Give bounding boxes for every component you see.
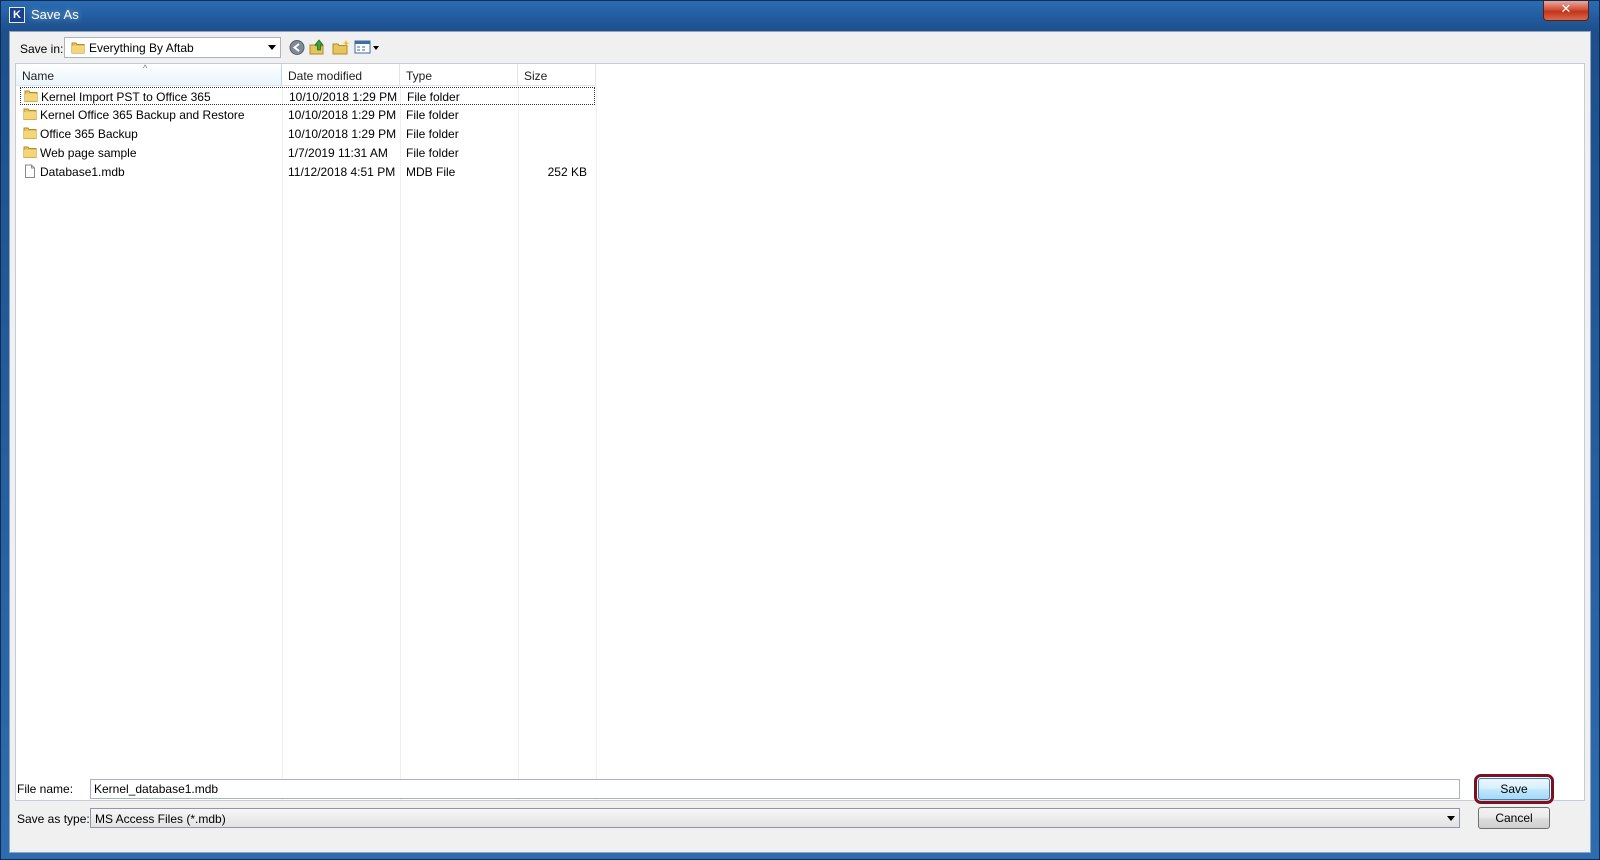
- save-button[interactable]: Save: [1474, 774, 1554, 804]
- file-size: 252 KB: [547, 165, 587, 179]
- save-as-type-label: Save as type:: [17, 812, 90, 826]
- file-list[interactable]: ^ Name Date modified Type Size Kernel Im…: [15, 63, 1585, 801]
- cancel-button[interactable]: Cancel: [1478, 807, 1550, 829]
- file-name: Database1.mdb: [40, 165, 125, 179]
- close-button[interactable]: ✕: [1543, 1, 1589, 21]
- file-name-input[interactable]: [90, 779, 1460, 799]
- file-row[interactable]: Office 365 Backup 10/10/2018 1:29 PM Fil…: [20, 125, 595, 143]
- file-name-label: File name:: [17, 782, 74, 796]
- save-in-dropdown[interactable]: Everything By Aftab: [64, 37, 281, 58]
- file-name: Kernel Import PST to Office 365: [41, 90, 211, 104]
- file-date: 11/12/2018 4:51 PM: [288, 165, 396, 179]
- column-header-type[interactable]: Type: [400, 64, 518, 86]
- title-bar[interactable]: K Save As ✕: [1, 1, 1599, 29]
- column-divider: [400, 86, 401, 800]
- chevron-down-icon[interactable]: [1447, 816, 1455, 821]
- toolbar: Save in: Everything By Aftab: [10, 32, 1590, 62]
- folder-icon: [23, 127, 37, 139]
- folder-icon: [23, 146, 37, 158]
- save-as-type-value: MS Access Files (*.mdb): [95, 812, 226, 826]
- column-header-date[interactable]: Date modified: [282, 64, 400, 86]
- sort-ascending-icon: ^: [143, 63, 148, 73]
- save-as-dialog: K Save As ✕ Save in: Everything By Aftab: [0, 0, 1600, 860]
- file-date: 1/7/2019 11:31 AM: [288, 146, 388, 160]
- column-divider: [518, 86, 519, 800]
- file-row[interactable]: Kernel Office 365 Backup and Restore 10/…: [20, 106, 595, 124]
- save-in-label: Save in:: [20, 42, 64, 56]
- file-type: MDB File: [406, 165, 456, 179]
- save-as-type-dropdown[interactable]: MS Access Files (*.mdb): [90, 808, 1460, 828]
- new-folder-icon[interactable]: [332, 39, 350, 56]
- dialog-body: Save in: Everything By Aftab ^ Name Date…: [9, 31, 1591, 853]
- chevron-down-icon[interactable]: [268, 45, 276, 50]
- column-header-name[interactable]: ^ Name: [16, 63, 282, 86]
- folder-icon: [71, 42, 85, 54]
- file-row[interactable]: Web page sample 1/7/2019 11:31 AM File f…: [20, 144, 595, 162]
- app-icon: K: [9, 7, 25, 23]
- column-header-size[interactable]: Size: [518, 64, 596, 86]
- file-type: File folder: [406, 108, 459, 122]
- window-title: Save As: [31, 7, 79, 22]
- file-date: 10/10/2018 1:29 PM: [288, 127, 397, 141]
- list-header: ^ Name Date modified Type Size: [16, 63, 596, 86]
- file-date: 10/10/2018 1:29 PM: [289, 90, 398, 104]
- folder-icon: [23, 108, 37, 120]
- file-type: File folder: [406, 127, 459, 141]
- file-name: Web page sample: [40, 146, 137, 160]
- file-type: File folder: [407, 90, 460, 104]
- column-divider: [596, 86, 597, 800]
- up-folder-icon[interactable]: [308, 39, 326, 56]
- column-header-name-label: Name: [22, 69, 55, 83]
- back-icon[interactable]: [288, 39, 306, 56]
- file-row[interactable]: Kernel Import PST to Office 365 10/10/20…: [20, 87, 595, 105]
- save-in-value: Everything By Aftab: [89, 41, 194, 55]
- views-menu-icon[interactable]: [354, 39, 380, 56]
- file-date: 10/10/2018 1:29 PM: [288, 108, 397, 122]
- file-type: File folder: [406, 146, 459, 160]
- file-row[interactable]: Database1.mdb 11/12/2018 4:51 PM MDB Fil…: [20, 163, 595, 181]
- folder-icon: [24, 90, 38, 102]
- file-name: Kernel Office 365 Backup and Restore: [40, 108, 245, 122]
- file-name: Office 365 Backup: [40, 127, 138, 141]
- file-icon: [25, 164, 35, 178]
- column-divider: [282, 86, 283, 800]
